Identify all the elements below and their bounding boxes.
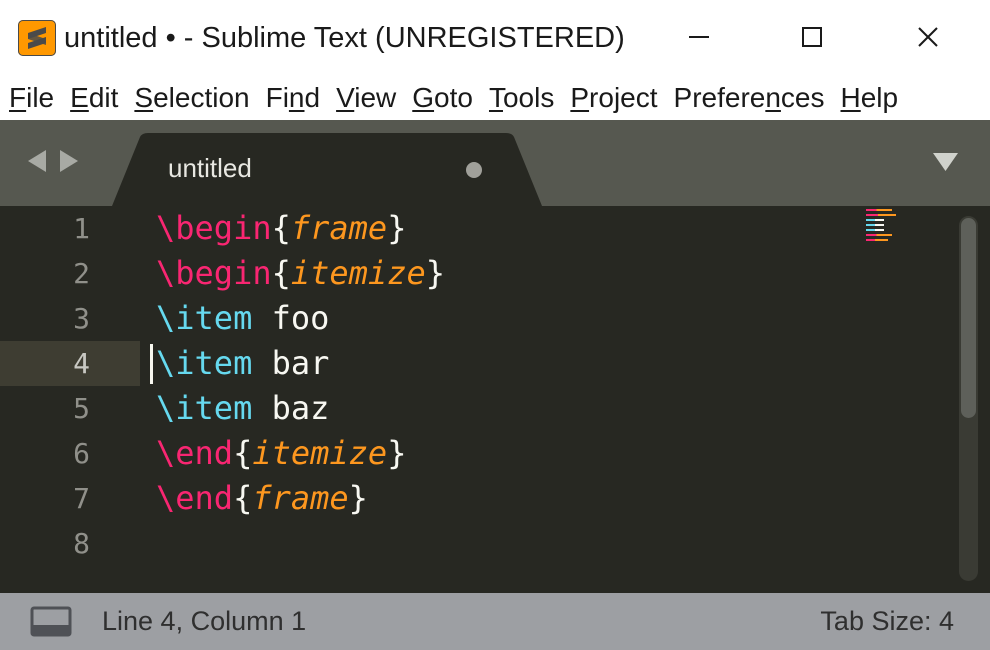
panel-toggle-icon bbox=[30, 606, 72, 637]
title-bar: untitled • - Sublime Text (UNREGISTERED) bbox=[0, 0, 990, 76]
text-caret bbox=[150, 344, 153, 384]
tab-size-indicator[interactable]: Tab Size: 4 bbox=[820, 603, 954, 639]
menu-bar: File Edit Selection Find View Goto Tools Projec… bbox=[0, 76, 990, 120]
triangle-down-icon bbox=[933, 153, 958, 171]
maximize-button[interactable] bbox=[782, 16, 842, 58]
code-line[interactable]: \item baz bbox=[156, 386, 329, 431]
menu-item-tools[interactable]: Tools bbox=[480, 76, 561, 120]
minimap-line bbox=[866, 229, 884, 231]
panel-toggle-button[interactable] bbox=[30, 605, 74, 644]
menu-item-help[interactable]: Help bbox=[832, 76, 906, 120]
line-number: 4 bbox=[73, 347, 90, 380]
scrollbar-thumb[interactable] bbox=[961, 218, 976, 418]
arrow-left-icon[interactable] bbox=[26, 148, 48, 174]
code-line[interactable]: \item bar bbox=[156, 341, 329, 386]
vertical-scrollbar[interactable] bbox=[959, 216, 978, 581]
minimize-button[interactable] bbox=[669, 16, 729, 58]
line-number: 7 bbox=[73, 482, 90, 515]
sublime-logo-icon bbox=[18, 20, 56, 56]
close-button[interactable] bbox=[898, 16, 958, 58]
maximize-icon bbox=[802, 27, 822, 47]
code-line[interactable]: \end{itemize} bbox=[156, 431, 406, 476]
minimap-line bbox=[866, 214, 896, 216]
cursor-position[interactable]: Line 4, Column 1 bbox=[102, 603, 306, 639]
editor-area[interactable]: 12345678 \begin{frame} \begin{itemize} \it… bbox=[0, 206, 990, 593]
code-line[interactable]: \begin{itemize} bbox=[156, 251, 445, 296]
minimap-line bbox=[866, 224, 884, 226]
line-number: 3 bbox=[73, 302, 90, 335]
code-line[interactable]: \end{frame} bbox=[156, 476, 368, 521]
minimap-line bbox=[866, 234, 892, 236]
menu-item-view[interactable]: View bbox=[327, 76, 403, 120]
menu-item-file[interactable]: File bbox=[0, 76, 61, 120]
line-number: 2 bbox=[73, 257, 90, 290]
menu-item-find[interactable]: Find bbox=[257, 76, 327, 120]
minimap-line bbox=[866, 239, 888, 241]
arrow-right-icon[interactable] bbox=[58, 148, 80, 174]
tab-untitled[interactable]: untitled bbox=[112, 133, 542, 206]
line-number: 5 bbox=[73, 392, 90, 425]
tab-nav-arrows bbox=[26, 148, 80, 174]
tab-dropdown-button[interactable] bbox=[932, 152, 959, 177]
menu-item-goto[interactable]: Goto bbox=[403, 76, 480, 120]
minimap[interactable] bbox=[866, 206, 906, 246]
menu-item-edit[interactable]: Edit bbox=[61, 76, 125, 120]
unsaved-dot-icon[interactable] bbox=[466, 162, 482, 178]
line-number: 1 bbox=[73, 212, 90, 245]
line-number: 6 bbox=[73, 437, 90, 470]
code-line[interactable]: \item foo bbox=[156, 296, 329, 341]
window-title: untitled • - Sublime Text (UNREGISTERED) bbox=[64, 22, 625, 54]
minimap-line bbox=[866, 219, 884, 221]
minimize-icon bbox=[689, 36, 709, 38]
minimap-line bbox=[866, 209, 892, 211]
menu-item-preferences[interactable]: Preferences bbox=[665, 76, 832, 120]
close-icon bbox=[918, 27, 938, 47]
menu-item-selection[interactable]: Selection bbox=[125, 76, 256, 120]
code-line[interactable]: \begin{frame} bbox=[156, 206, 406, 251]
status-bar: Line 4, Column 1 Tab Size: 4 bbox=[0, 593, 990, 650]
line-number: 8 bbox=[73, 527, 90, 560]
tab-label: untitled bbox=[168, 153, 252, 183]
menu-item-project[interactable]: Project bbox=[561, 76, 664, 120]
